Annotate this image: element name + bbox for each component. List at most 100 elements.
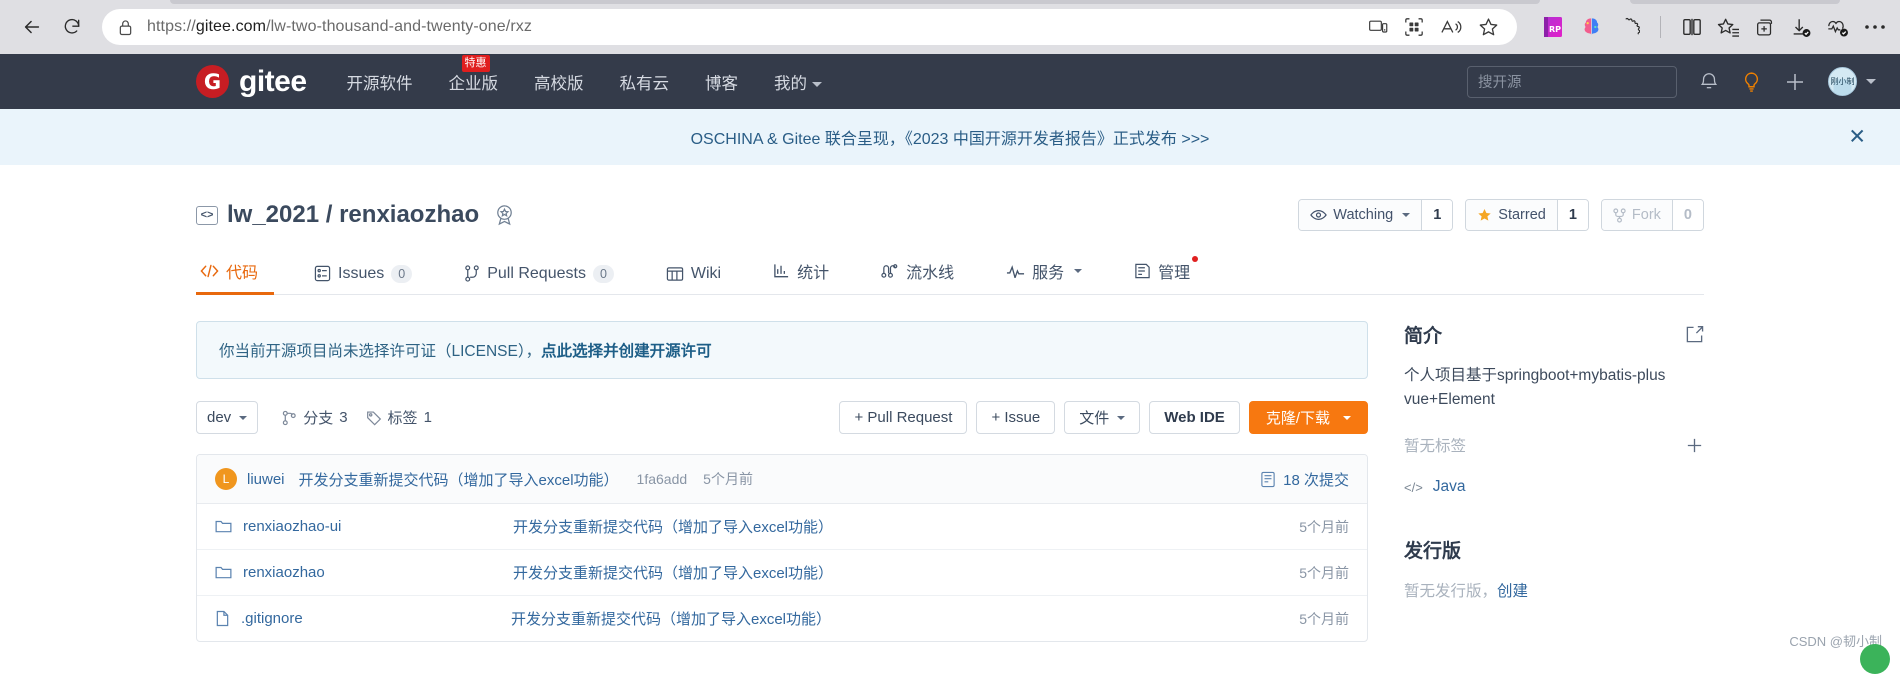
tab-code[interactable]: 代码 [196,249,288,295]
tab-statistics[interactable]: 统计 [747,249,855,294]
notification-bell-icon[interactable] [1699,71,1719,92]
files-menu-label: 文件 [1079,410,1110,427]
branch-selector[interactable]: dev [196,401,259,434]
tab-issues[interactable]: Issues 0 [288,255,438,294]
lock-icon [118,19,133,36]
edit-pencil-icon[interactable] [1685,325,1704,344]
nav-link-mine[interactable]: 我的 [774,70,823,94]
star-button[interactable]: Starred [1466,200,1557,230]
search-placeholder: 搜开源 [1478,75,1522,91]
downloads-icon[interactable] [1790,17,1812,38]
create-new-icon[interactable] [1784,71,1806,93]
reload-button[interactable] [54,9,90,45]
nav-link-opensource[interactable]: 开源软件 [347,70,413,94]
repo-name[interactable]: renxiaozhao [339,201,479,228]
split-screen-icon[interactable] [1681,17,1703,37]
user-menu[interactable]: 刚小制 [1828,67,1876,96]
code-brackets-icon: <> [196,205,218,225]
tab-pipelines-label: 流水线 [906,265,955,282]
files-menu-button[interactable]: 文件 [1064,401,1141,434]
tab-services-label: 服务 [1032,265,1065,282]
branches-label: 分支 [303,410,334,427]
tab-issues-label: Issues [338,264,385,282]
create-release-link[interactable]: 创建 [1497,583,1528,600]
watch-label: Watching [1333,207,1394,223]
commit-sha[interactable]: 1fa6add [637,471,688,487]
table-row[interactable]: renxiaozhao-ui 开发分支重新提交代码（增加了导入excel功能） … [197,504,1367,550]
nav-link-education[interactable]: 高校版 [534,70,584,94]
plus-icon[interactable] [1685,436,1704,455]
fork-button-group[interactable]: Fork 0 [1600,199,1704,231]
nav-link-enterprise[interactable]: 特惠 企业版 [449,54,498,94]
tab-services[interactable]: 服务 [980,249,1108,294]
commit-message[interactable]: 开发分支重新提交代码（增加了导入excel功能） [299,469,619,490]
page-content: <> lw_2021 / renxiaozhao Watching 1 Star… [0,165,1900,642]
code-brackets-icon: </> [1404,479,1423,495]
watch-button[interactable]: Watching [1299,200,1422,230]
browser-essentials-icon[interactable] [1826,17,1850,38]
star-button-group[interactable]: Starred 1 [1465,199,1589,231]
page-title: lw_2021 / renxiaozhao [227,201,479,229]
tags-link[interactable]: 标签 1 [366,407,432,428]
file-commit-message[interactable]: 开发分支重新提交代码（增加了导入excel功能） [513,562,1299,583]
nav-links: 开源软件 特惠 企业版 高校版 私有云 博客 我的 [347,54,823,94]
tab-manage[interactable]: 管理 [1108,249,1216,294]
svg-text:刚小制: 刚小制 [1830,76,1854,86]
tab-pipelines[interactable]: 流水线 [855,249,980,294]
chevron-down-icon [812,81,823,87]
ai-brain-extension-icon[interactable] [1579,15,1604,39]
announcement-text[interactable]: OSCHINA & Gitee 联合呈现，《2023 中国开源开发者报告》正式发… [691,125,1210,149]
address-bar[interactable]: https://gitee.com/lw-two-thousand-and-tw… [102,9,1517,45]
collections-star-icon[interactable] [1717,17,1740,38]
new-pull-request-button[interactable]: + Pull Request [839,401,968,434]
split-screen-apps-icon[interactable] [1404,17,1424,37]
search-input[interactable]: 搜开源 [1467,65,1677,98]
repo-owner[interactable]: lw_2021 [227,201,319,228]
releases-section-title: 发行版 [1404,536,1704,563]
star-favorite-icon[interactable] [1478,17,1499,37]
table-row[interactable]: .gitignore 开发分支重新提交代码（增加了导入excel功能） 5个月前 [197,596,1367,641]
nav-link-blog[interactable]: 博客 [705,70,738,94]
file-name[interactable]: renxiaozhao-ui [243,518,513,535]
file-name[interactable]: .gitignore [241,610,511,627]
nav-link-privatecloud[interactable]: 私有云 [620,70,670,94]
file-time: 5个月前 [1299,564,1349,581]
table-row[interactable]: renxiaozhao 开发分支重新提交代码（增加了导入excel功能） 5个月… [197,550,1367,596]
tab-wiki[interactable]: Wiki [640,255,747,294]
watch-button-group[interactable]: Watching 1 [1298,199,1454,231]
more-settings-icon[interactable] [1864,23,1886,31]
no-releases-label: 暂无发行版， [1404,583,1498,601]
ideas-bulb-icon[interactable] [1741,71,1762,93]
device-cast-icon[interactable] [1368,18,1388,36]
tab-pull-requests[interactable]: Pull Requests 0 [438,255,640,294]
close-icon[interactable]: ✕ [1848,127,1866,148]
file-commit-message[interactable]: 开发分支重新提交代码（增加了导入excel功能） [513,516,1299,537]
watch-count: 1 [1421,200,1453,230]
about-title-text: 简介 [1404,326,1443,347]
license-notice-link[interactable]: 点此选择并创建开源许可 [541,343,712,360]
clone-download-label: 克隆/下载 [1265,410,1330,427]
read-aloud-icon[interactable] [1440,17,1462,37]
main-column: 你当前开源项目尚未选择许可证（LICENSE），点此选择并创建开源许可 dev … [196,321,1368,642]
commit-count-link[interactable]: 18 次提交 [1260,469,1349,490]
clone-download-button[interactable]: 克隆/下载 [1248,401,1368,434]
announcement-banner: OSCHINA & Gitee 联合呈现，《2023 中国开源开发者报告》正式发… [0,109,1900,165]
repo-language[interactable]: Java [1433,478,1466,496]
file-commit-message[interactable]: 开发分支重新提交代码（增加了导入excel功能） [511,608,1299,629]
gitee-logo[interactable]: G gitee [196,65,307,98]
rp-extension-icon[interactable]: RP [1541,15,1565,39]
file-name[interactable]: renxiaozhao [243,564,513,581]
back-button[interactable] [14,9,50,45]
commit-time: 5个月前 [703,471,753,487]
star-label: Starred [1498,207,1546,223]
commit-author[interactable]: liuwei [247,471,285,488]
branches-link[interactable]: 分支 3 [282,407,348,428]
new-issue-button[interactable]: + Issue [976,401,1056,434]
avatar: 刚小制 [1828,67,1857,96]
web-ide-button[interactable]: Web IDE [1149,401,1240,434]
chat-widget-icon[interactable] [1860,644,1890,674]
fork-button[interactable]: Fork [1601,200,1672,230]
extensions-puzzle-icon[interactable] [1618,16,1640,38]
tab-manage-label: 管理 [1158,265,1191,282]
add-tab-group-icon[interactable] [1754,17,1776,38]
